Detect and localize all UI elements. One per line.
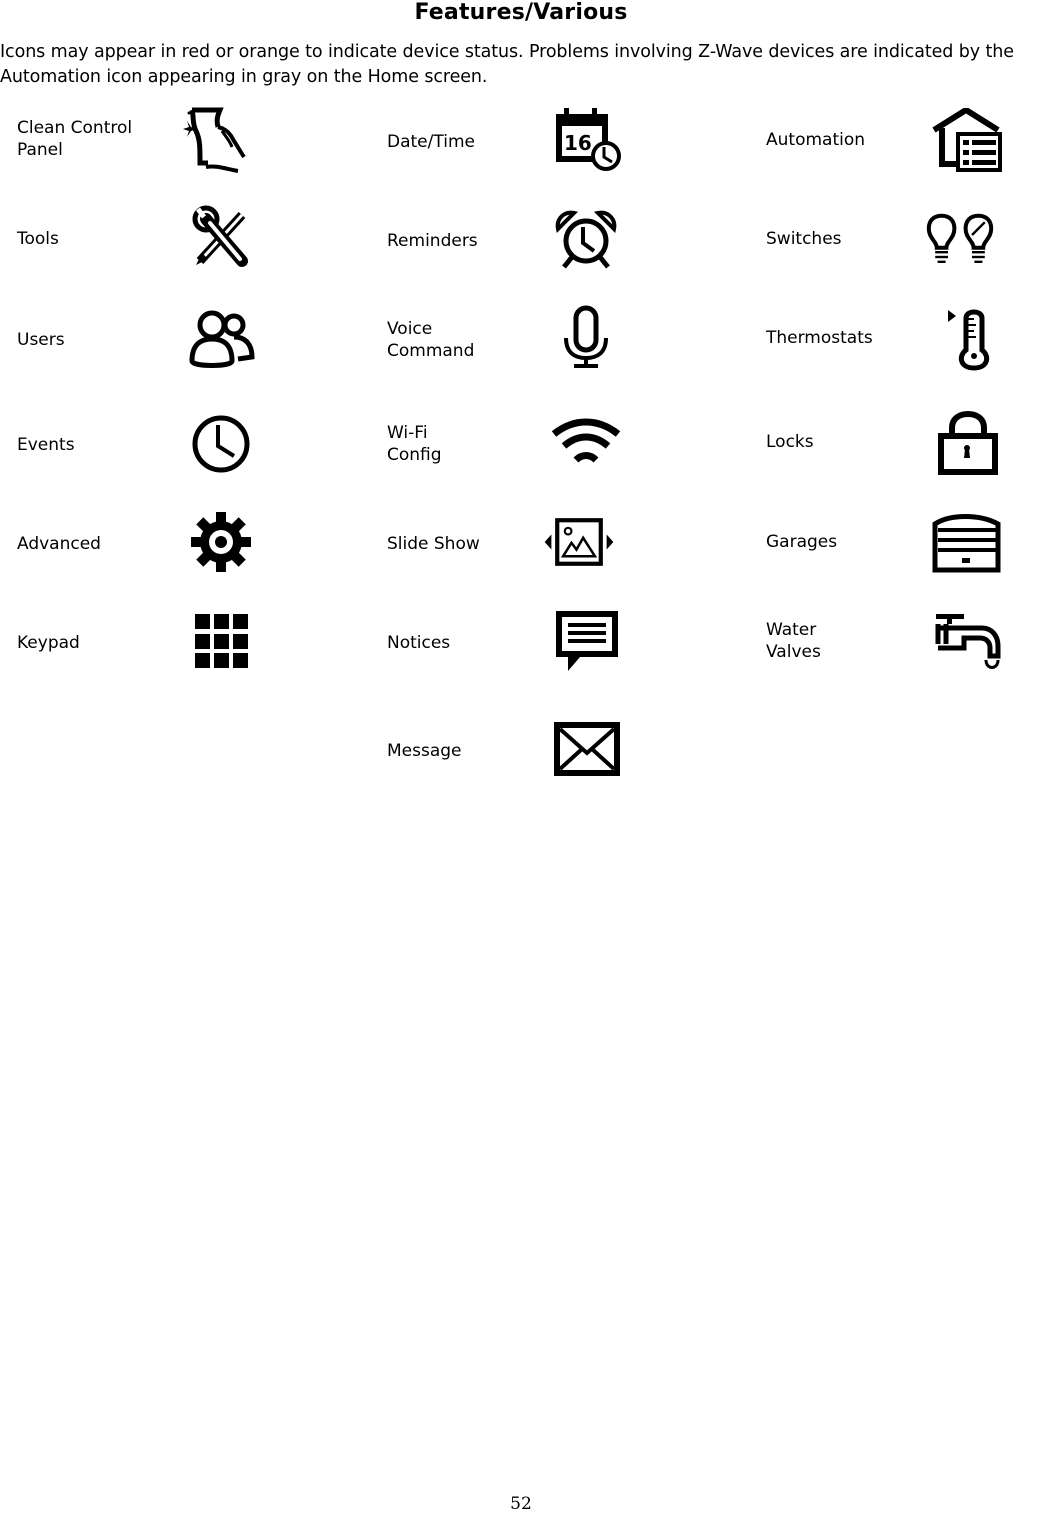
keypad-icon	[186, 610, 258, 676]
users-icon	[186, 305, 258, 371]
feature-label-tools: Tools	[17, 229, 59, 249]
feature-label-notices: Notices	[387, 633, 451, 653]
feature-label-reminders: Reminders	[387, 231, 478, 251]
speech-bubble-icon	[550, 607, 622, 673]
feature-label-locks: Locks	[766, 432, 814, 452]
feature-label-clean-control-panel: Clean Control Panel	[17, 118, 133, 160]
feature-label-message: Message	[387, 741, 462, 761]
gear-icon	[186, 509, 258, 575]
light-bulbs-icon	[924, 206, 996, 272]
clock-icon	[186, 411, 258, 477]
feature-label-keypad: Keypad	[17, 633, 80, 653]
feature-label-events: Events	[17, 435, 75, 455]
feature-label-garages: Garages	[766, 532, 838, 552]
calendar-clock-icon: 16	[550, 106, 622, 172]
feature-label-automation: Automation	[766, 130, 866, 150]
feature-label-water-valves: Water Valves	[766, 620, 821, 662]
feature-label-switches: Switches	[766, 229, 842, 249]
garage-door-icon	[930, 512, 1002, 578]
envelope-icon	[550, 717, 622, 783]
water-faucet-icon	[932, 608, 1004, 674]
feature-label-wifi-config: Wi-Fi Config	[387, 423, 442, 465]
intro-paragraph: Icons may appear in red or orange to ind…	[0, 42, 1014, 87]
calendar-day-text: 16	[564, 131, 592, 155]
microphone-icon	[550, 304, 622, 370]
thermometer-icon	[938, 306, 1010, 372]
tools-icon	[186, 205, 258, 271]
feature-label-advanced: Advanced	[17, 534, 101, 554]
padlock-icon	[932, 410, 1004, 476]
page-number: 52	[510, 1494, 532, 1514]
alarm-clock-icon	[550, 207, 622, 273]
wifi-icon	[550, 410, 622, 476]
feature-label-users: Users	[17, 330, 65, 350]
feature-label-voice-command: Voice Command	[387, 319, 475, 361]
feature-label-thermostats: Thermostats	[766, 328, 873, 348]
feature-label-date-time: Date/Time	[387, 132, 475, 152]
home-automation-icon	[932, 108, 1004, 174]
feature-label-slide-show: Slide Show	[387, 534, 480, 554]
clean-panel-icon	[182, 107, 254, 173]
slideshow-icon	[543, 509, 615, 575]
page-title: Features/Various	[414, 0, 628, 25]
